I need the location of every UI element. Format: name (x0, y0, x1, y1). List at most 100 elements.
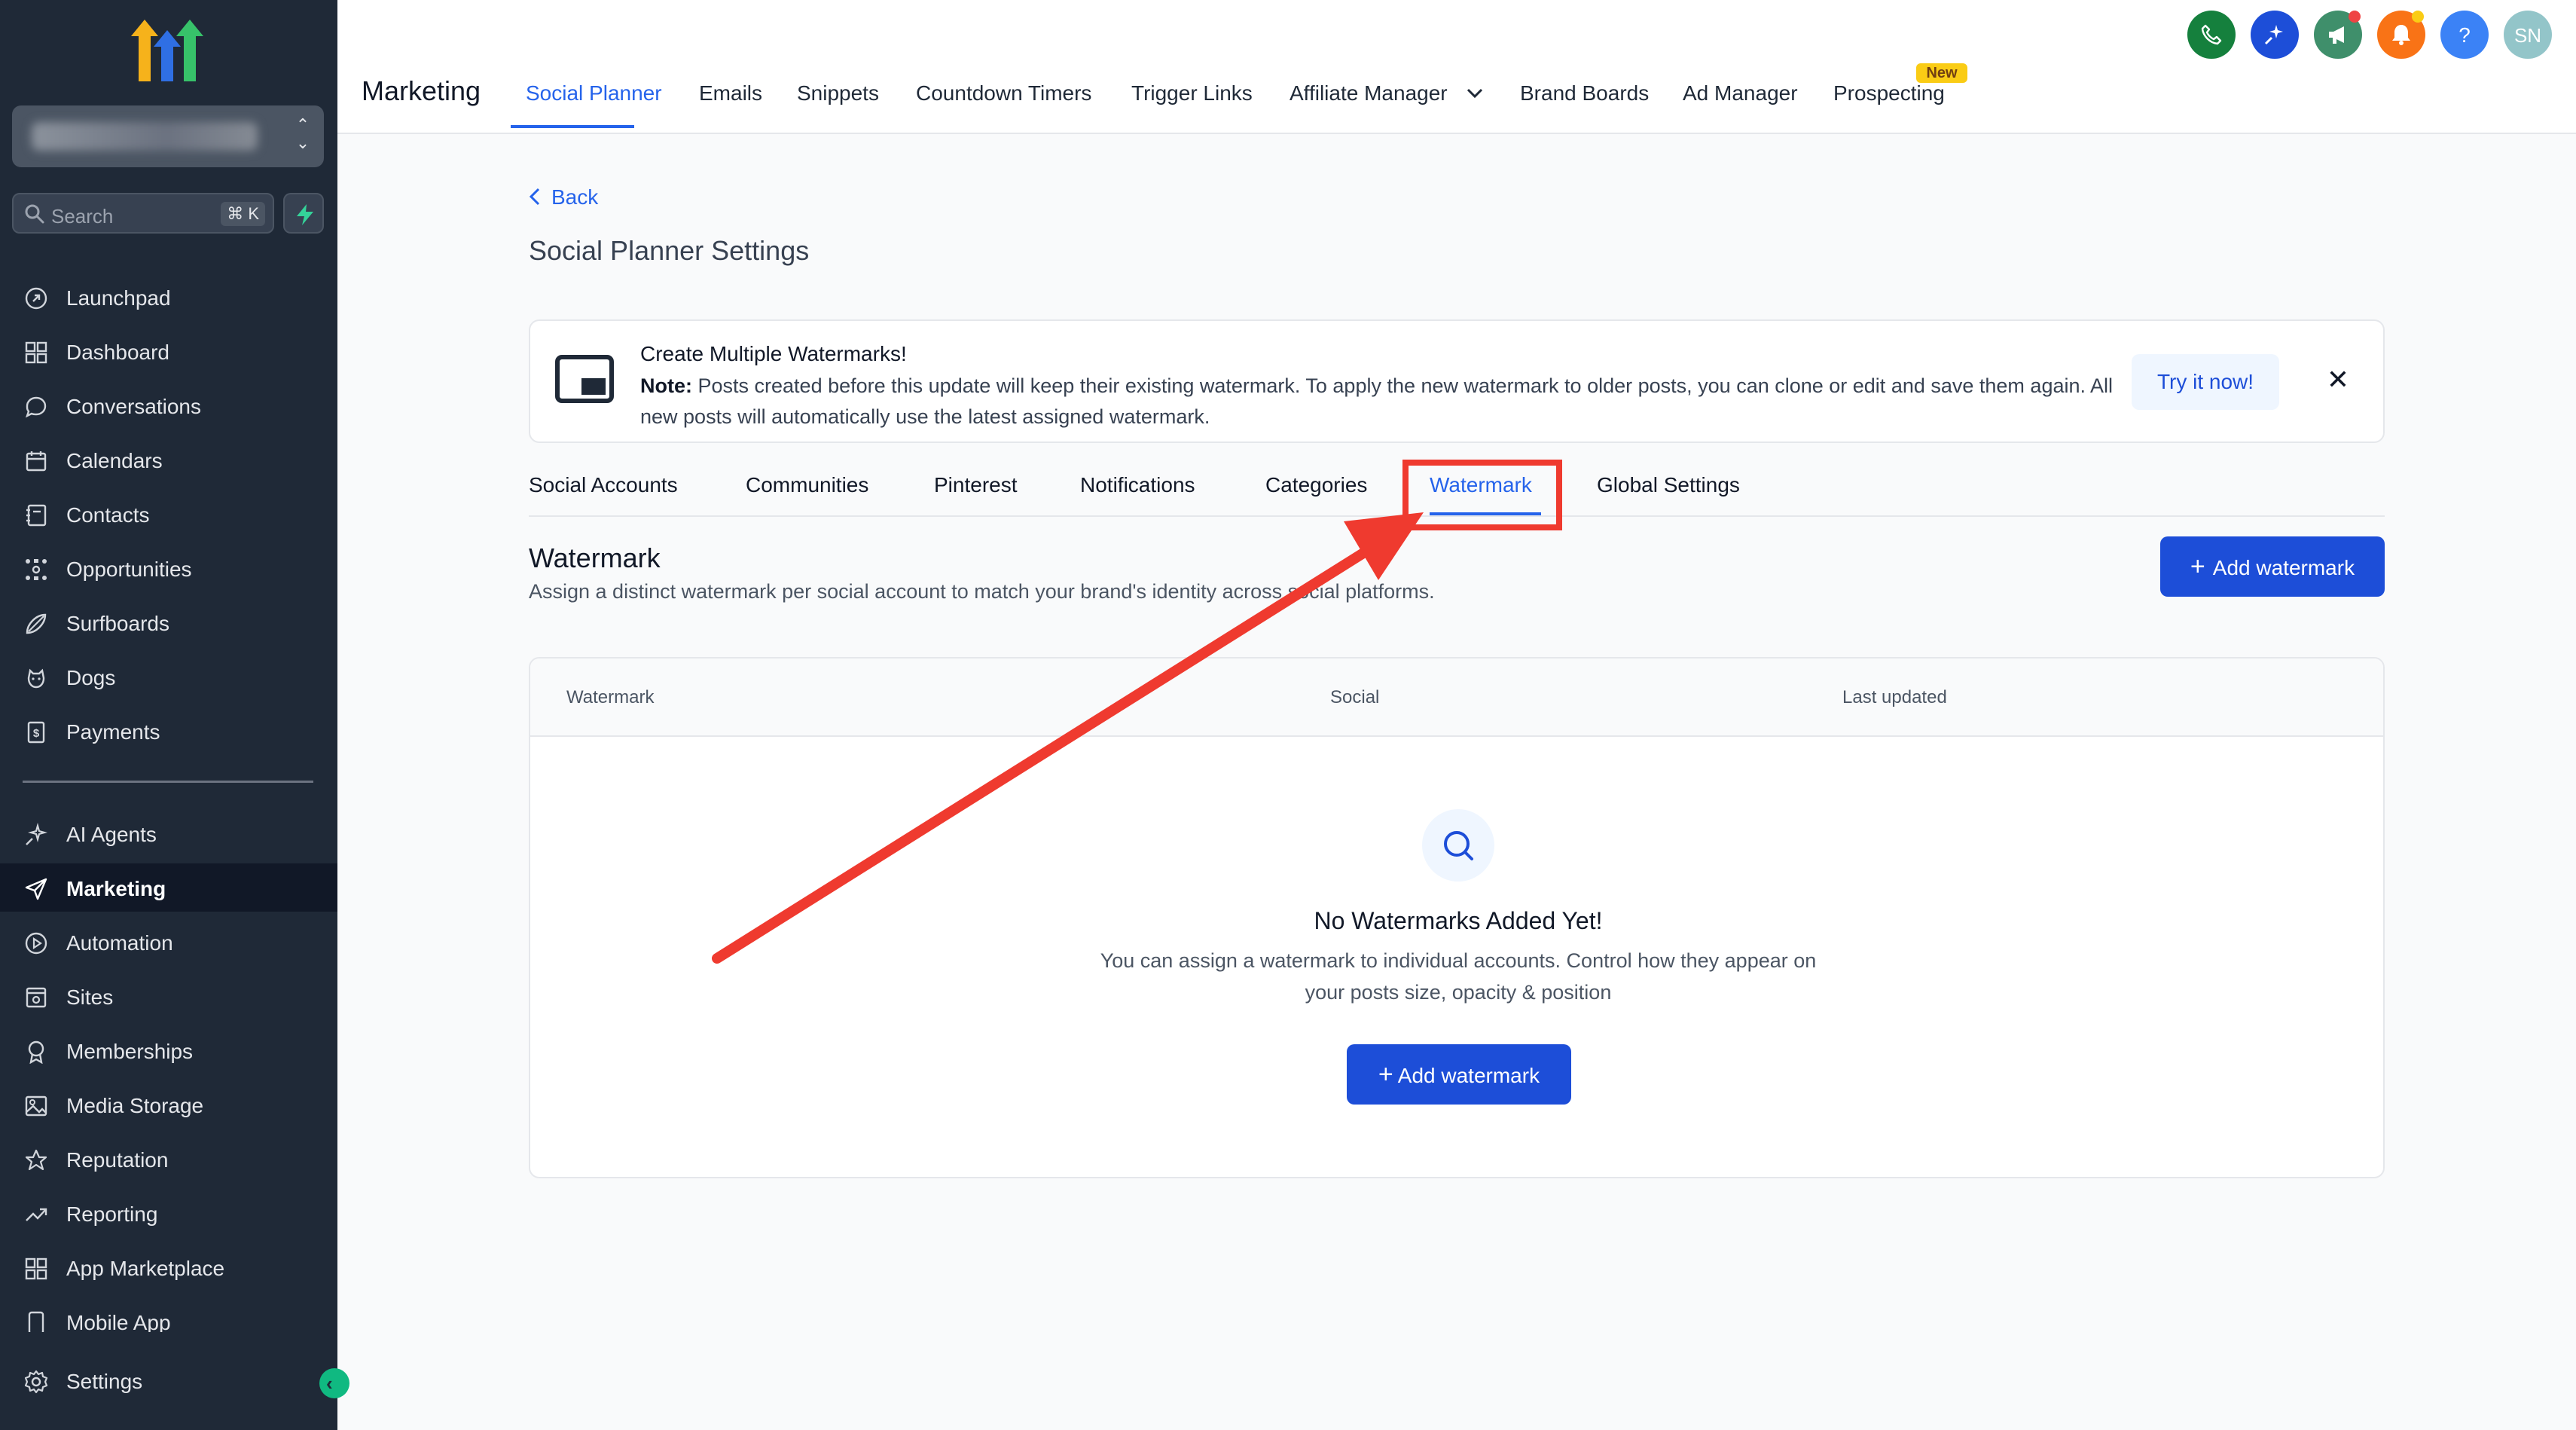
tab-emails[interactable]: Emails (699, 81, 762, 105)
sidebar-collapse-button[interactable]: ‹ (319, 1368, 349, 1398)
sidebar-item-dogs[interactable]: Dogs (0, 652, 337, 701)
watermark-icon (555, 355, 614, 403)
svg-text:?: ? (2458, 23, 2471, 47)
banner-note-label: Note: (640, 374, 692, 397)
tab-communities[interactable]: Communities (746, 473, 868, 497)
surfboard-icon (26, 613, 47, 634)
sidebar-item-memberships[interactable]: Memberships (0, 1026, 337, 1074)
sidebar-item-label: Memberships (66, 1040, 194, 1063)
sidebar-item-label: Reputation (66, 1148, 169, 1172)
section-title: Watermark (529, 542, 661, 573)
chevron-left-icon (529, 188, 540, 206)
sidebar-item-payments[interactable]: $ Payments (0, 707, 337, 755)
empty-state-description: You can assign a watermark to individual… (1100, 949, 1817, 1004)
phone-button[interactable] (2187, 11, 2236, 59)
empty-state-title: No Watermarks Added Yet! (1314, 907, 1603, 934)
megaphone-icon (2329, 26, 2344, 44)
tab-trigger-links[interactable]: Trigger Links (1131, 81, 1253, 105)
sidebar-item-app-marketplace[interactable]: App Marketplace (0, 1243, 337, 1291)
announcements-button[interactable] (2314, 11, 2362, 59)
add-watermark-button[interactable]: + Add watermark (2160, 536, 2385, 597)
star-icon (25, 1149, 47, 1171)
sidebar-item-label: Sites (66, 985, 114, 1009)
column-header-social: Social (1330, 687, 1380, 707)
tab-global-settings[interactable]: Global Settings (1597, 473, 1740, 497)
ai-assistant-button[interactable] (2251, 11, 2299, 59)
banner-body: Note: Posts created before this update w… (640, 371, 2117, 432)
tab-notifications[interactable]: Notifications (1080, 473, 1195, 497)
chevron-left-icon: ‹ (326, 1372, 333, 1395)
table-header: Watermark Social Last updated (530, 658, 2383, 737)
sidebar-item-automation[interactable]: Automation (0, 918, 337, 966)
sidebar-item-sites[interactable]: Sites (0, 972, 337, 1020)
sidebar-item-label: Mobile App (66, 1311, 171, 1332)
sidebar: ⌃ ⌄ Search ⌘ K Launchpad Dashboard Conver… (0, 0, 337, 1430)
banner-title: Create Multiple Watermarks! (640, 342, 907, 365)
tab-ad-manager[interactable]: Ad Manager (1683, 81, 1798, 105)
user-avatar[interactable]: SN (2504, 11, 2552, 59)
tab-countdown-timers[interactable]: Countdown Timers (916, 81, 1091, 105)
info-banner: Create Multiple Watermarks! Note: Posts … (529, 319, 2385, 443)
sidebar-search[interactable]: Search ⌘ K (12, 193, 274, 234)
tab-snippets[interactable]: Snippets (797, 81, 879, 105)
sites-icon (26, 987, 47, 1008)
sidebar-item-settings[interactable]: Settings (0, 1356, 337, 1404)
quick-action-button[interactable] (283, 193, 324, 234)
image-icon (25, 1095, 47, 1117)
contacts-icon (26, 504, 47, 527)
notifications-button[interactable] (2377, 11, 2425, 59)
help-button[interactable]: ? (2440, 11, 2489, 59)
bell-icon (2392, 25, 2410, 45)
sidebar-item-label: AI Agents (66, 823, 157, 846)
tab-affiliate-manager[interactable]: Affiliate Manager (1290, 81, 1448, 105)
sidebar-item-contacts[interactable]: Contacts (0, 490, 337, 538)
new-badge: New (1916, 63, 1967, 83)
tab-brand-boards[interactable]: Brand Boards (1520, 81, 1649, 105)
search-icon (25, 204, 44, 224)
award-icon (28, 1040, 44, 1064)
sidebar-item-reputation[interactable]: Reputation (0, 1135, 337, 1183)
sidebar-item-opportunities[interactable]: Opportunities (0, 544, 337, 592)
gear-icon (24, 1370, 48, 1394)
tab-social-planner[interactable]: Social Planner (526, 81, 662, 105)
plus-icon: + (1378, 1060, 1393, 1089)
sidebar-item-label: Reporting (66, 1202, 158, 1226)
sidebar-item-surfboards[interactable]: Surfboards (0, 598, 337, 646)
question-icon: ? (2458, 23, 2471, 47)
tab-social-accounts[interactable]: Social Accounts (529, 473, 678, 497)
try-it-now-button[interactable]: Try it now! (2132, 354, 2279, 410)
active-tab-indicator (511, 125, 634, 128)
sidebar-item-mobile-app[interactable]: Mobile App (0, 1302, 337, 1332)
close-icon[interactable]: ✕ (2321, 363, 2355, 396)
network-icon (26, 559, 47, 580)
sidebar-item-label: Marketing (66, 877, 166, 900)
account-switcher[interactable]: ⌃ ⌄ (12, 105, 324, 167)
add-watermark-empty-button[interactable]: + Add watermark (1347, 1044, 1571, 1105)
sidebar-item-reporting[interactable]: Reporting (0, 1189, 337, 1237)
tab-prospecting[interactable]: Prospecting (1833, 81, 1945, 105)
back-link[interactable]: Back (527, 185, 598, 209)
sidebar-item-calendars[interactable]: Calendars (0, 435, 337, 484)
sidebar-item-marketing[interactable]: Marketing (0, 863, 337, 912)
sidebar-item-label: App Marketplace (66, 1257, 225, 1280)
add-watermark-label: Add watermark (1397, 1064, 1540, 1087)
tab-pinterest[interactable]: Pinterest (934, 473, 1018, 497)
sidebar-item-label: Settings (66, 1370, 143, 1393)
sidebar-item-ai-agents[interactable]: AI Agents (0, 809, 337, 857)
account-name-redacted (32, 122, 258, 151)
app-logo-icon[interactable] (128, 17, 208, 84)
automation-icon (25, 932, 47, 955)
column-header-watermark: Watermark (566, 687, 655, 707)
chevron-down-icon[interactable] (1466, 87, 1484, 99)
phone-icon (2201, 24, 2222, 45)
sidebar-item-launchpad[interactable]: Launchpad (0, 273, 337, 321)
tab-categories[interactable]: Categories (1265, 473, 1367, 497)
sidebar-item-label: Surfboards (66, 612, 169, 635)
search-shortcut: ⌘ K (221, 202, 265, 226)
sidebar-item-dashboard[interactable]: Dashboard (0, 327, 337, 375)
sidebar-item-label: Calendars (66, 449, 163, 472)
sidebar-item-conversations[interactable]: Conversations (0, 381, 337, 429)
paw-icon (27, 668, 45, 689)
sidebar-item-media-storage[interactable]: Media Storage (0, 1080, 337, 1129)
sidebar-divider (23, 781, 313, 783)
